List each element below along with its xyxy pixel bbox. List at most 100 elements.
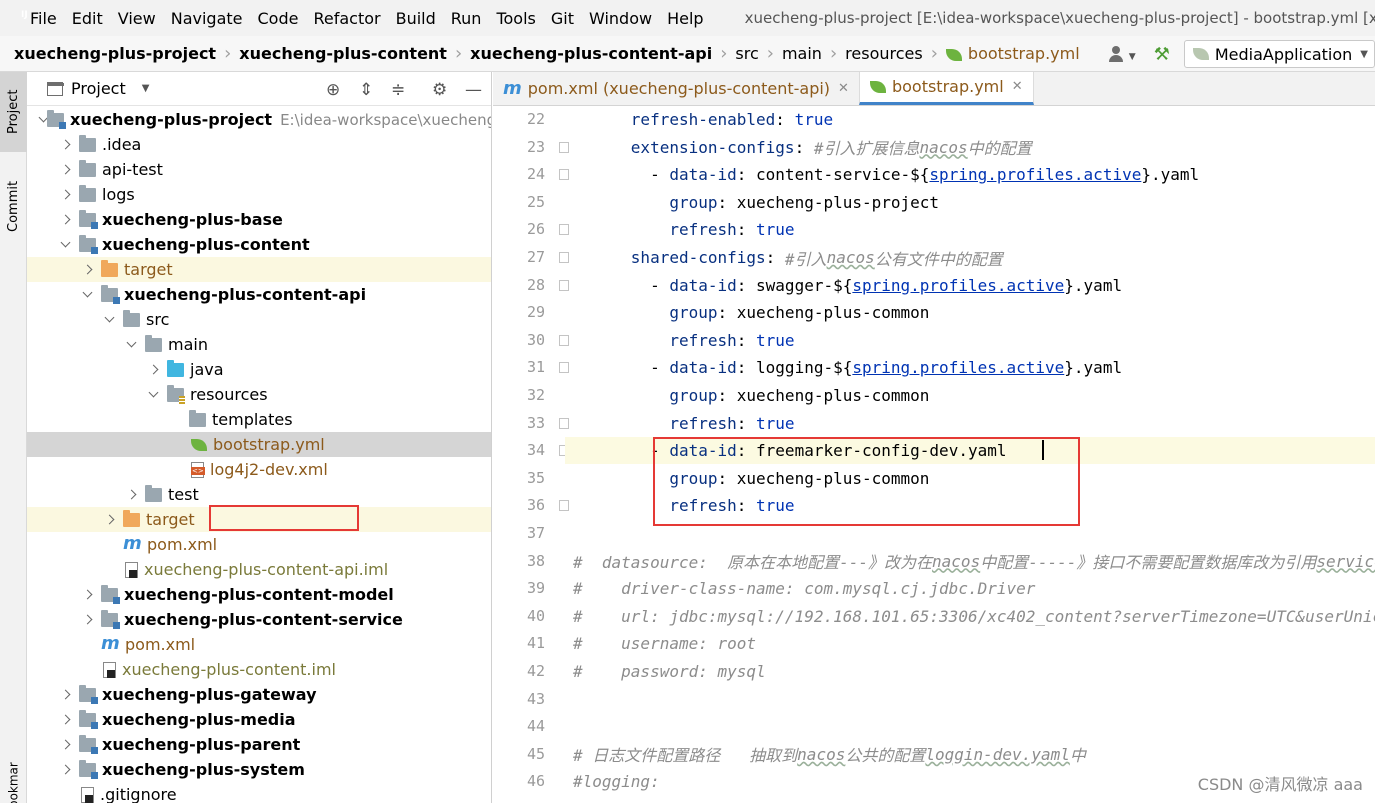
chevron-right-icon[interactable]: [83, 590, 93, 600]
tree-row[interactable]: log4j2-dev.xml: [27, 457, 491, 482]
code-line[interactable]: group: xuecheng-plus-common: [565, 299, 1375, 326]
collapse-all-icon[interactable]: ≑: [391, 80, 405, 100]
tree-row[interactable]: target: [27, 257, 491, 282]
tree-row[interactable]: xuecheng-plus-gateway: [27, 682, 491, 707]
chevron-down-icon[interactable]: [83, 290, 93, 300]
editor-tab[interactable]: bootstrap.yml ✕: [858, 72, 1034, 105]
tree-row[interactable]: xuecheng-plus-content: [27, 232, 491, 257]
tree-row[interactable]: xuecheng-plus-system: [27, 757, 491, 782]
tree-row[interactable]: xuecheng-plus-parent: [27, 732, 491, 757]
code-line[interactable]: refresh: true: [565, 216, 1375, 243]
tree-row[interactable]: templates: [27, 407, 491, 432]
code-line[interactable]: [565, 520, 1375, 547]
tree-row[interactable]: api-test: [27, 157, 491, 182]
tree-row[interactable]: bootstrap.yml: [27, 432, 491, 457]
breadcrumb-item[interactable]: bootstrap.yml: [945, 44, 1080, 63]
chevron-right-icon[interactable]: [105, 515, 115, 525]
code-line[interactable]: - data-id: freemarker-config-dev.yaml: [565, 437, 1375, 465]
chevron-down-icon[interactable]: [61, 240, 71, 250]
breadcrumb-item[interactable]: xuecheng-plus-content-api: [470, 44, 712, 63]
chevron-right-icon[interactable]: [61, 715, 71, 725]
tree-row[interactable]: src: [27, 307, 491, 332]
hide-panel-icon[interactable]: —: [465, 80, 482, 100]
chevron-right-icon[interactable]: [61, 765, 71, 775]
chevron-right-icon[interactable]: [61, 190, 71, 200]
chevron-right-icon[interactable]: [61, 690, 71, 700]
tree-row[interactable]: test: [27, 482, 491, 507]
tree-row[interactable]: xuecheng-plus-content-service: [27, 607, 491, 632]
code-line[interactable]: [565, 713, 1375, 740]
chevron-down-icon[interactable]: [149, 390, 159, 400]
tool-tab-project[interactable]: Project: [0, 72, 27, 152]
breadcrumb-item[interactable]: src: [735, 44, 758, 63]
breadcrumb-item[interactable]: xuecheng-plus-project: [14, 44, 216, 63]
menu-git[interactable]: Git: [551, 9, 574, 28]
chevron-right-icon[interactable]: [83, 615, 93, 625]
tree-row[interactable]: logs: [27, 182, 491, 207]
run-configuration-select[interactable]: MediaApplication ▼: [1183, 40, 1375, 68]
chevron-right-icon[interactable]: [61, 165, 71, 175]
menu-code[interactable]: Code: [258, 9, 299, 28]
code-line[interactable]: # 日志文件配置路径 抽取到 nacos 公共的配置 loggin-dev.yaml 中: [565, 741, 1375, 768]
menu-help[interactable]: Help: [667, 9, 703, 28]
tree-row[interactable]: xuecheng-plus-content.iml: [27, 657, 491, 682]
tool-tab-bookmarks[interactable]: Bookmarks: [0, 762, 27, 803]
menu-edit[interactable]: Edit: [72, 9, 103, 28]
chevron-right-icon[interactable]: [61, 740, 71, 750]
menu-run[interactable]: Run: [451, 9, 482, 28]
code-line[interactable]: refresh-enabled: true: [565, 106, 1375, 133]
code-line[interactable]: # datasource: 原本在本地配置---》改为在 nacos 中配置----…: [565, 548, 1375, 575]
code-area[interactable]: refresh-enabled: true extension-configs:…: [565, 106, 1375, 803]
code-line[interactable]: # password: mysql: [565, 658, 1375, 685]
project-panel-title[interactable]: Project: [71, 79, 126, 98]
tool-tab-commit[interactable]: Commit: [0, 168, 27, 244]
chevron-right-icon[interactable]: [127, 490, 137, 500]
tree-row[interactable]: m pom.xml: [27, 532, 491, 557]
tree-row[interactable]: .gitignore: [27, 782, 491, 803]
build-hammer-icon[interactable]: ⚒: [1154, 44, 1170, 65]
menu-window[interactable]: Window: [589, 9, 652, 28]
code-line[interactable]: - data-id: swagger-${spring.profiles.act…: [565, 272, 1375, 299]
menu-build[interactable]: Build: [396, 9, 436, 28]
code-line[interactable]: group: xuecheng-plus-common: [565, 465, 1375, 492]
tree-row[interactable]: xuecheng-plus-base: [27, 207, 491, 232]
chevron-down-icon[interactable]: [127, 340, 137, 350]
user-account-icon[interactable]: ▼: [1108, 45, 1136, 63]
menu-refactor[interactable]: Refactor: [313, 9, 380, 28]
tree-row[interactable]: xuecheng-plus-project E:\idea-workspace\x…: [27, 107, 491, 132]
chevron-right-icon[interactable]: [149, 365, 159, 375]
breadcrumb-item[interactable]: resources: [845, 44, 923, 63]
tree-row[interactable]: xuecheng-plus-content-api: [27, 282, 491, 307]
code-line[interactable]: - data-id: logging-${spring.profiles.act…: [565, 354, 1375, 381]
tree-row[interactable]: xuecheng-plus-content-model: [27, 582, 491, 607]
code-line[interactable]: # driver-class-name: com.mysql.cj.jdbc.D…: [565, 575, 1375, 602]
tree-row[interactable]: m pom.xml: [27, 632, 491, 657]
tree-row[interactable]: xuecheng-plus-content-api.iml: [27, 557, 491, 582]
close-icon[interactable]: ✕: [1012, 79, 1023, 94]
close-icon[interactable]: ✕: [838, 81, 849, 96]
gear-icon[interactable]: ⚙: [432, 80, 447, 100]
menu-tools[interactable]: Tools: [496, 9, 535, 28]
tree-row[interactable]: .idea: [27, 132, 491, 157]
breadcrumb-item[interactable]: main: [782, 44, 822, 63]
locate-file-icon[interactable]: ⊕: [326, 80, 340, 100]
tree-row[interactable]: target: [27, 507, 491, 532]
chevron-right-icon[interactable]: [61, 215, 71, 225]
tree-row[interactable]: java: [27, 357, 491, 382]
code-line[interactable]: refresh: true: [565, 327, 1375, 354]
expand-all-icon[interactable]: ⇕: [359, 80, 373, 100]
tree-row[interactable]: main: [27, 332, 491, 357]
menu-view[interactable]: View: [118, 9, 156, 28]
chevron-down-icon[interactable]: ▼: [142, 83, 150, 94]
tree-row[interactable]: resources: [27, 382, 491, 407]
chevron-down-icon[interactable]: [105, 315, 115, 325]
breadcrumb-item[interactable]: xuecheng-plus-content: [239, 44, 447, 63]
code-line[interactable]: [565, 686, 1375, 713]
code-line[interactable]: # username: root: [565, 630, 1375, 657]
menu-file[interactable]: File: [30, 9, 57, 28]
code-line[interactable]: shared-configs: #引入 nacos 公有文件中的配置: [565, 244, 1375, 271]
chevron-right-icon[interactable]: [61, 140, 71, 150]
code-line[interactable]: extension-configs: #引入扩展信息 nacos 中的配置: [565, 134, 1375, 161]
code-line[interactable]: group: xuecheng-plus-common: [565, 382, 1375, 409]
code-line[interactable]: refresh: true: [565, 410, 1375, 437]
